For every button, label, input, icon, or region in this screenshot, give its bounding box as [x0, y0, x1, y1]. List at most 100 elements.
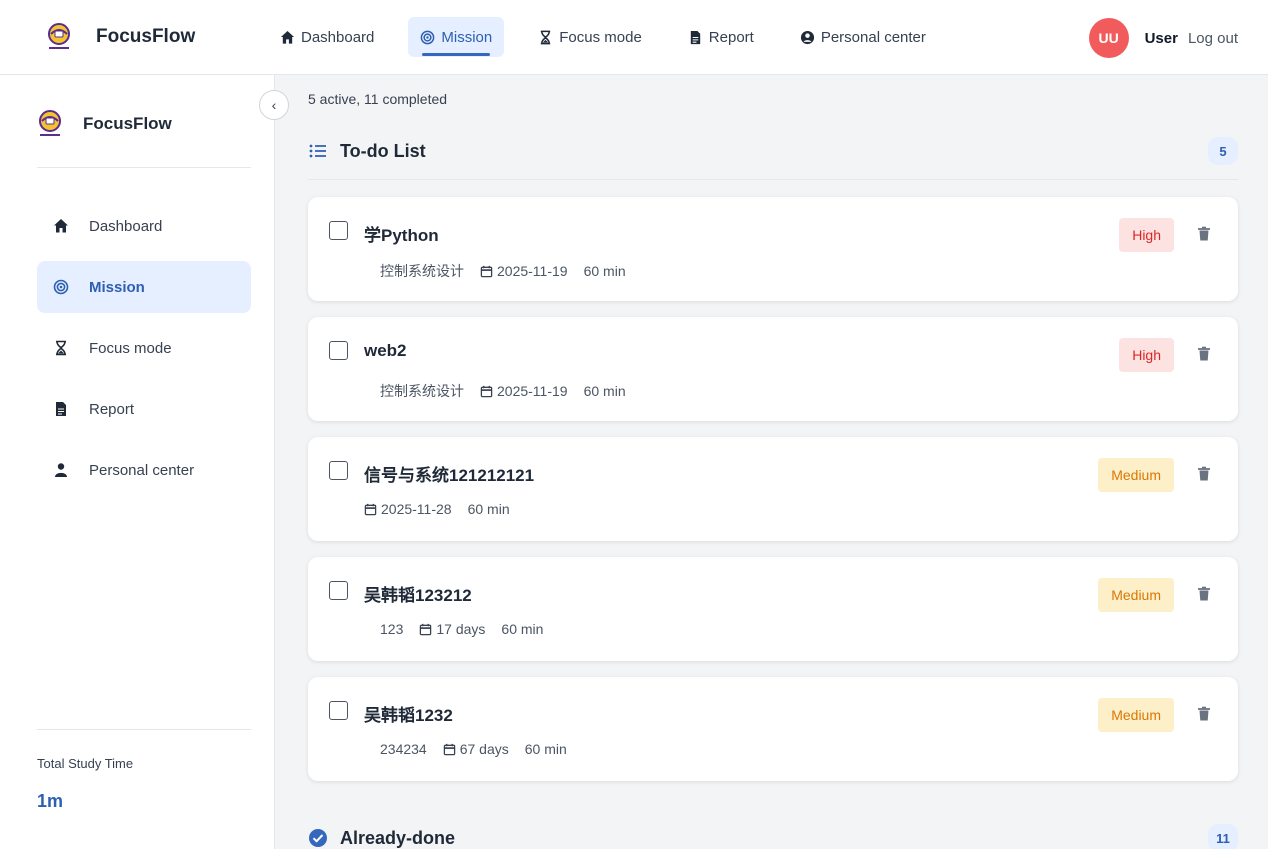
- document-icon: [688, 30, 703, 45]
- task-duration: 60 min: [583, 263, 626, 279]
- task-checkbox[interactable]: [329, 221, 348, 240]
- focusflow-logo-icon: [46, 22, 72, 52]
- main-content: 5 active, 11 completed To-do List 5 学Pyt…: [275, 75, 1268, 849]
- home-icon: [53, 218, 69, 234]
- nav-dashboard-label: Dashboard: [301, 28, 375, 46]
- document-icon: [53, 401, 69, 417]
- sidebar-divider: [37, 729, 251, 730]
- nav-mission[interactable]: Mission: [408, 17, 505, 57]
- done-count-badge: 11: [1208, 824, 1238, 849]
- priority-badge: Medium: [1098, 458, 1174, 492]
- calendar-icon: [480, 265, 493, 278]
- top-brand[interactable]: FocusFlow: [46, 22, 195, 52]
- sidebar-item-report[interactable]: Report: [37, 383, 251, 435]
- hourglass-icon: [53, 340, 69, 356]
- sidebar-divider: [37, 167, 251, 168]
- sidebar-item-focus-mode[interactable]: Focus mode: [37, 322, 251, 374]
- target-icon: [420, 30, 435, 45]
- user-icon: [53, 462, 69, 478]
- task-card[interactable]: web2 控制系统设计 2025-11-19 60 min High: [308, 317, 1238, 421]
- sidebar-item-label: Dashboard: [89, 217, 163, 235]
- task-duration: 60 min: [524, 741, 567, 757]
- calendar-icon: [443, 743, 456, 756]
- done-section-header: Already-done 11: [308, 823, 1238, 849]
- task-meta: 123 17 days 60 min: [380, 621, 543, 637]
- nav-dashboard[interactable]: Dashboard: [268, 17, 386, 57]
- nav-focus-mode-label: Focus mode: [559, 28, 642, 46]
- home-icon: [280, 30, 295, 45]
- sidebar-brand[interactable]: FocusFlow: [37, 109, 172, 139]
- nav-report-label: Report: [708, 28, 754, 46]
- task-date: 2025-11-19: [497, 383, 568, 399]
- chevron-left-icon: ‹: [271, 97, 277, 113]
- nav-personal-center-label: Personal center: [820, 28, 926, 46]
- task-checkbox[interactable]: [329, 461, 348, 480]
- task-checkbox[interactable]: [329, 701, 348, 720]
- sidebar-item-mission[interactable]: Mission: [37, 261, 251, 313]
- list-icon: [308, 141, 328, 161]
- task-date: 2025-11-19: [497, 263, 568, 279]
- task-checkbox[interactable]: [329, 341, 348, 360]
- avatar[interactable]: UU: [1088, 18, 1129, 58]
- user-area: UU User Log out: [1088, 18, 1238, 58]
- task-title: 吴韩韬1232: [364, 706, 453, 725]
- task-date: 17 days: [436, 621, 486, 637]
- task-category: 控制系统设计: [380, 383, 464, 399]
- sidebar-item-personal-center[interactable]: Personal center: [37, 444, 251, 496]
- task-title: 吴韩韬123212: [364, 586, 472, 605]
- sidebar-collapse-button[interactable]: ‹: [259, 90, 289, 120]
- sidebar-item-label: Personal center: [89, 461, 195, 479]
- todo-section-title: To-do List: [340, 140, 426, 161]
- nav-personal-center[interactable]: Personal center: [788, 17, 938, 57]
- trash-icon[interactable]: [1197, 706, 1211, 722]
- trash-icon[interactable]: [1197, 466, 1211, 482]
- user-name: User: [1144, 29, 1178, 47]
- done-section-title: Already-done: [340, 827, 456, 848]
- task-card[interactable]: 学Python 控制系统设计 2025-11-19 60 min High: [308, 197, 1238, 301]
- sidebar: FocusFlow Dashboard Mission Focus mode R…: [0, 75, 275, 849]
- task-duration: 60 min: [467, 501, 510, 517]
- target-icon: [53, 279, 69, 295]
- trash-icon[interactable]: [1197, 346, 1211, 362]
- hourglass-icon: [538, 30, 553, 45]
- task-card[interactable]: 吴韩韬1232 234234 67 days 60 min Medium: [308, 677, 1238, 781]
- priority-badge: Medium: [1098, 578, 1174, 612]
- task-card[interactable]: 吴韩韬123212 123 17 days 60 min Medium: [308, 557, 1238, 661]
- calendar-icon: [480, 385, 493, 398]
- trash-icon[interactable]: [1197, 226, 1211, 242]
- task-title: web2: [364, 341, 407, 360]
- todo-section-divider: [308, 179, 1238, 180]
- task-card[interactable]: 信号与系统121212121 2025-11-28 60 min Medium: [308, 437, 1238, 541]
- sidebar-brand-name: FocusFlow: [83, 114, 172, 133]
- task-title: 学Python: [364, 226, 439, 245]
- nav-focus-mode[interactable]: Focus mode: [526, 17, 654, 57]
- task-meta: 234234 67 days 60 min: [380, 741, 567, 757]
- total-study-time-label: Total Study Time: [37, 756, 134, 771]
- calendar-icon: [364, 503, 377, 516]
- todo-list: 学Python 控制系统设计 2025-11-19 60 min High we…: [308, 197, 1238, 797]
- check-circle-icon: [308, 828, 328, 848]
- calendar-icon: [419, 623, 432, 636]
- trash-icon[interactable]: [1197, 586, 1211, 602]
- task-meta: 控制系统设计 2025-11-19 60 min: [380, 261, 626, 281]
- focusflow-logo-icon: [37, 109, 63, 139]
- sidebar-item-label: Report: [89, 400, 135, 418]
- priority-badge: High: [1119, 218, 1174, 252]
- sidebar-item-dashboard[interactable]: Dashboard: [37, 200, 251, 252]
- nav-mission-label: Mission: [441, 28, 493, 46]
- task-category: 123: [380, 621, 404, 637]
- priority-badge: Medium: [1098, 698, 1174, 732]
- task-checkbox[interactable]: [329, 581, 348, 600]
- user-circle-icon: [800, 30, 815, 45]
- total-study-time-value: 1m: [37, 791, 64, 811]
- priority-badge: High: [1119, 338, 1174, 372]
- sidebar-item-label: Mission: [89, 278, 145, 296]
- task-title: 信号与系统121212121: [364, 466, 535, 485]
- top-navbar: FocusFlow Dashboard Mission Focus mode R…: [0, 0, 1268, 75]
- task-meta: 2025-11-28 60 min: [364, 501, 510, 517]
- nav-report[interactable]: Report: [676, 17, 766, 57]
- task-duration: 60 min: [583, 383, 626, 399]
- logout-link[interactable]: Log out: [1188, 30, 1238, 47]
- task-category: 控制系统设计: [380, 263, 464, 279]
- task-date: 67 days: [459, 741, 509, 757]
